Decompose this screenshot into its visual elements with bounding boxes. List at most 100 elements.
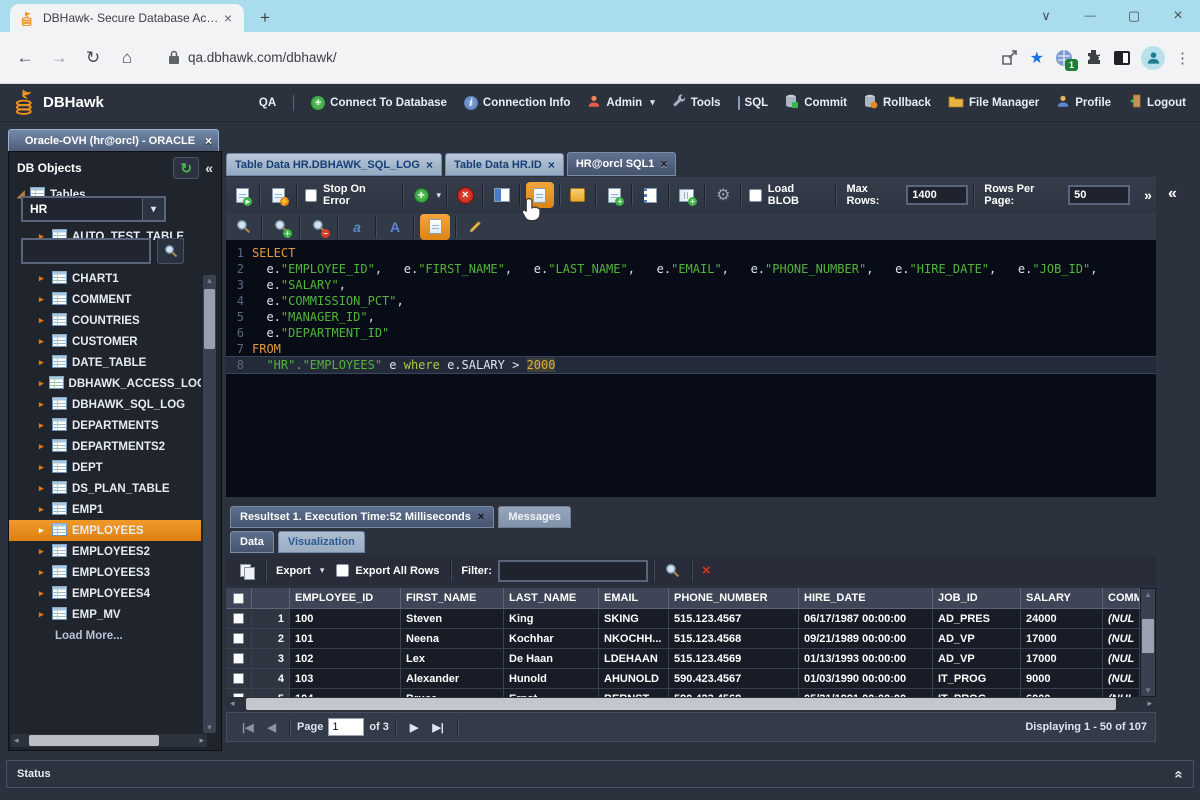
tab-data[interactable]: Data <box>230 531 274 553</box>
cancel-query-button[interactable]: × <box>453 183 477 207</box>
scroll-up-icon[interactable]: ▲ <box>1141 590 1155 599</box>
tab-close-icon[interactable]: × <box>220 10 236 26</box>
column-header-job_id[interactable]: JOB_ID <box>933 588 1021 609</box>
tab-table-data-hr-id[interactable]: Table Data HR.ID× <box>445 153 564 176</box>
grid-select-all[interactable] <box>226 588 252 609</box>
nav-item-tools[interactable]: Tools <box>672 94 721 111</box>
column-header-phone_number[interactable]: PHONE_NUMBER <box>669 588 799 609</box>
table-row[interactable]: 2101NeenaKochharNKOCHH...515.123.456809/… <box>226 629 1156 649</box>
column-header-first_name[interactable]: FIRST_NAME <box>401 588 504 609</box>
tree-horizontal-scrollbar[interactable]: ◂ ▸ <box>11 734 207 747</box>
save-data-button[interactable]: + <box>675 183 699 207</box>
add-caret-icon[interactable]: ▾ <box>436 190 441 201</box>
column-header-email[interactable]: EMAIL <box>599 588 669 609</box>
nav-item-profile[interactable]: Profile <box>1056 94 1111 111</box>
grid-vscroll-thumb[interactable] <box>1142 619 1154 653</box>
tab-hr-orcl-sql1[interactable]: HR@orcl SQL1× <box>567 152 677 176</box>
column-header-commis[interactable]: COMMIS <box>1103 588 1140 609</box>
clear-filter-icon[interactable]: × <box>702 562 711 579</box>
tree-item-emp_mv[interactable]: ▸EMP_MV <box>9 604 201 625</box>
format-sql-button[interactable] <box>420 214 450 240</box>
scroll-right-icon[interactable]: ▸ <box>1147 697 1152 710</box>
browser-menu-icon[interactable]: ⋮ <box>1175 49 1190 67</box>
extensions-puzzle-icon[interactable] <box>1084 48 1103 67</box>
tree-item-ds_plan_table[interactable]: ▸DS_PLAN_TABLE <box>9 478 201 499</box>
refresh-button[interactable]: ↻ <box>173 157 199 179</box>
zoom-in-button[interactable]: + <box>268 215 294 239</box>
tree-vertical-scrollbar[interactable]: ▲ ▼ <box>203 275 216 733</box>
tree-item-comment[interactable]: ▸COMMENT <box>9 289 201 310</box>
find-button[interactable] <box>230 215 256 239</box>
tree-item-employees[interactable]: ▸EMPLOYEES <box>9 520 201 541</box>
column-header-salary[interactable]: SALARY <box>1021 588 1103 609</box>
copy-button[interactable] <box>234 559 260 583</box>
tree-scrollbar-thumb[interactable] <box>204 289 215 349</box>
sql-editor[interactable]: 1SELECT2 e."EMPLOYEE_ID", e."FIRST_NAME"… <box>226 240 1156 497</box>
export-all-rows-checkbox[interactable] <box>336 564 349 577</box>
export-caret-icon[interactable]: ▾ <box>320 565 325 576</box>
grid-horizontal-scrollbar[interactable]: ◂ ▸ <box>226 697 1156 711</box>
forward-icon[interactable]: → <box>42 48 76 68</box>
tree-item-countries[interactable]: ▸COUNTRIES <box>9 310 201 331</box>
insert-row-button[interactable]: + <box>602 183 626 207</box>
max-rows-input[interactable] <box>906 185 968 205</box>
scroll-left-icon[interactable]: ◂ <box>230 697 235 710</box>
browser-tab[interactable]: DBHawk- Secure Database Acces × <box>10 4 244 32</box>
settings-gear-button[interactable]: ⚙ <box>711 183 735 207</box>
load-blob-checkbox[interactable] <box>749 189 761 202</box>
translate-extension-icon[interactable]: 1 <box>1054 48 1074 68</box>
lowercase-button[interactable]: a <box>344 215 370 239</box>
nav-item-qa[interactable]: QA <box>259 97 276 109</box>
tree-item-departments[interactable]: ▸DEPARTMENTS <box>9 415 201 436</box>
tree-item-chart1[interactable]: ▸CHART1 <box>9 268 201 289</box>
last-page-button[interactable]: ▶| <box>432 721 444 734</box>
row-select-cell[interactable] <box>226 609 252 629</box>
back-icon[interactable]: ← <box>8 48 42 68</box>
connection-tab-close-icon[interactable]: × <box>205 134 212 148</box>
window-close-icon[interactable]: × <box>1170 7 1186 25</box>
uppercase-button[interactable]: A <box>382 215 408 239</box>
prev-page-button[interactable]: ◀ <box>268 721 276 734</box>
nav-item-logout[interactable]: Logout <box>1128 94 1186 111</box>
tree-item-dept[interactable]: ▸DEPT <box>9 457 201 478</box>
filter-input[interactable] <box>498 560 648 582</box>
nav-item-file-manager[interactable]: File Manager <box>948 95 1039 111</box>
nav-item-sql[interactable]: SQL <box>738 97 769 109</box>
row-select-cell[interactable] <box>226 629 252 649</box>
table-row[interactable]: 3102LexDe HaanLDEHAAN515.123.456901/13/1… <box>226 649 1156 669</box>
tree-item-departments2[interactable]: ▸DEPARTMENTS2 <box>9 436 201 457</box>
resultset-close-icon[interactable]: × <box>478 511 484 523</box>
window-menu-icon[interactable]: ∨ <box>1038 8 1054 24</box>
nav-item-commit[interactable]: Commit <box>785 94 847 112</box>
export-label[interactable]: Export <box>276 565 311 577</box>
sidebar-collapse-icon[interactable]: « <box>205 160 213 176</box>
page-number-input[interactable] <box>328 718 364 736</box>
dbhawk-logo[interactable]: DBHawk <box>14 88 104 118</box>
tree-item-emp1[interactable]: ▸EMP1 <box>9 499 201 520</box>
editor-line-1[interactable]: 1SELECT <box>226 245 1156 261</box>
scroll-down-icon[interactable]: ▼ <box>203 723 216 732</box>
tree-item-employees3[interactable]: ▸EMPLOYEES3 <box>9 562 201 583</box>
editor-line-5[interactable]: 5 e."MANAGER_ID", <box>226 309 1156 325</box>
editor-line-6[interactable]: 6 e."DEPARTMENT_ID" <box>226 325 1156 341</box>
url-field[interactable]: qa.dbhawk.com/dbhawk/ <box>188 50 337 65</box>
editor-line-2[interactable]: 2 e."EMPLOYEE_ID", e."FIRST_NAME", e."LA… <box>226 261 1156 277</box>
nav-item-rollback[interactable]: Rollback <box>864 94 931 112</box>
tree-hscrollbar-thumb[interactable] <box>29 735 159 746</box>
show-columns-button[interactable] <box>489 183 513 207</box>
reload-icon[interactable]: ↻ <box>76 48 110 68</box>
table-row[interactable]: 1100StevenKingSKING515.123.456706/17/198… <box>226 609 1156 629</box>
sidebar-panel-icon[interactable] <box>1113 50 1131 66</box>
tab-visualization[interactable]: Visualization <box>278 531 365 553</box>
nav-item-admin[interactable]: Admin▾ <box>587 94 654 111</box>
window-minimize-icon[interactable]: — <box>1082 10 1098 22</box>
scroll-up-icon[interactable]: ▲ <box>203 276 216 285</box>
stop-on-error-checkbox[interactable] <box>305 189 317 202</box>
tab-table-data-hr-dbhawk-sql-log[interactable]: Table Data HR.DBHAWK_SQL_LOG× <box>226 153 442 176</box>
tree-item-employees4[interactable]: ▸EMPLOYEES4 <box>9 583 201 604</box>
export-result-button[interactable] <box>566 183 590 207</box>
tab-close-icon[interactable]: × <box>548 158 555 172</box>
sidebar-search-input[interactable] <box>23 240 149 262</box>
tab-close-icon[interactable]: × <box>660 157 667 171</box>
scroll-left-icon[interactable]: ◂ <box>14 734 19 747</box>
